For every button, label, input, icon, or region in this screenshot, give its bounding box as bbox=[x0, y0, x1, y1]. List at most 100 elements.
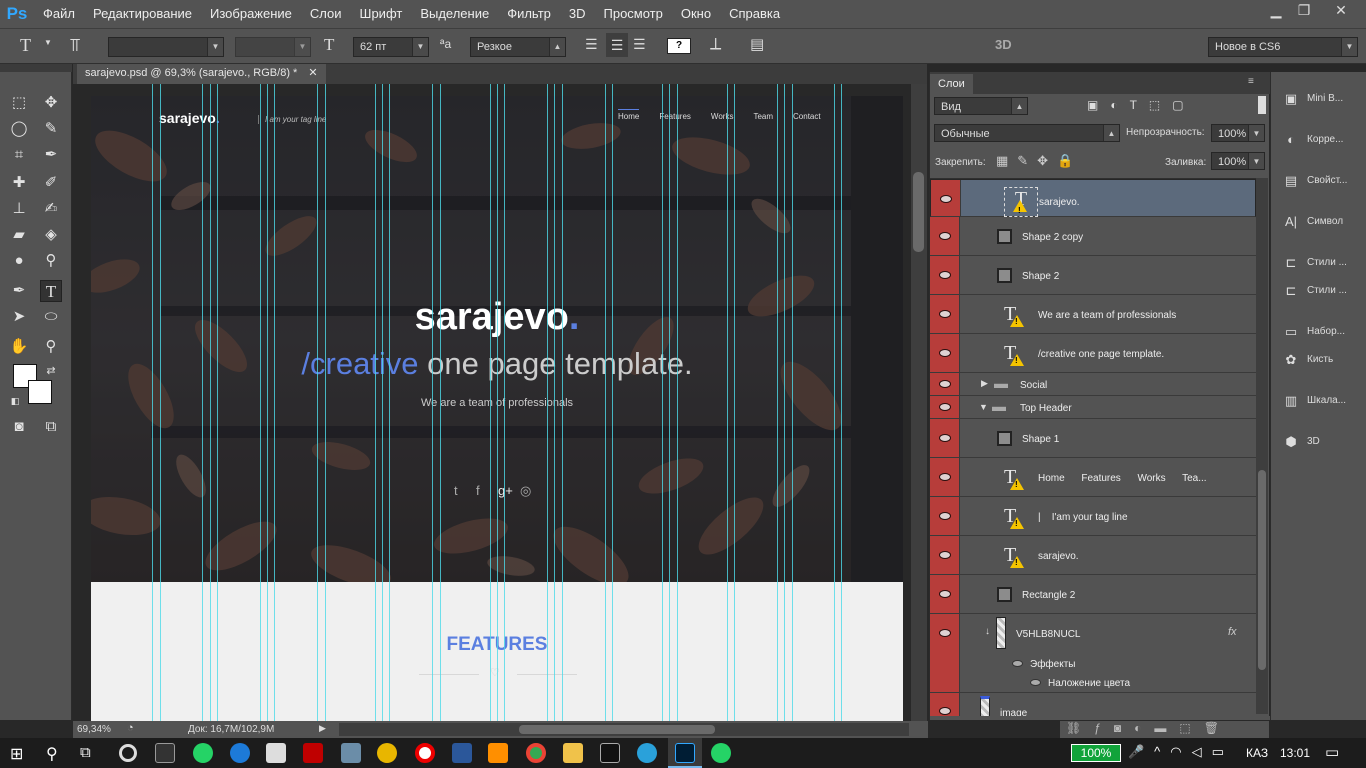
layer-row[interactable]: Shape 1 bbox=[930, 419, 1256, 458]
blur-tool-icon[interactable]: ● bbox=[8, 250, 30, 272]
3d-mode-label[interactable]: 3D bbox=[995, 37, 1012, 52]
dock-properties[interactable]: ▤ Свойст... bbox=[1279, 170, 1365, 192]
lock-icons[interactable]: ▦✎✥🔒 bbox=[996, 153, 1082, 169]
dodge-tool-icon[interactable]: ⚲ bbox=[40, 250, 62, 272]
cortana-icon[interactable] bbox=[119, 744, 137, 762]
visibility-toggle[interactable] bbox=[930, 614, 960, 653]
canvas-area[interactable]: sarajevo. I am your tag line Home Featur… bbox=[73, 84, 911, 721]
zoom-tool-icon[interactable]: ⚲ bbox=[40, 336, 62, 358]
default-colors-icon[interactable]: ◧ bbox=[4, 390, 26, 412]
menu-image[interactable]: Изображение bbox=[201, 0, 301, 28]
dock-measurement[interactable]: ▥ Шкала... bbox=[1279, 390, 1365, 412]
photoshop-taskbar-button[interactable] bbox=[668, 738, 702, 768]
eye-icon[interactable] bbox=[939, 707, 951, 715]
twitter-icon[interactable]: t bbox=[454, 483, 476, 499]
dock-adjustments[interactable]: ◐ Корре... bbox=[1279, 129, 1365, 151]
menu-window[interactable]: Окно bbox=[672, 0, 720, 28]
layer-group-row[interactable]: ▼ ▬ Top Header bbox=[930, 396, 1256, 419]
character-panel-icon[interactable]: ▤ bbox=[750, 35, 764, 53]
vertical-scrollbar-thumb[interactable] bbox=[913, 172, 924, 252]
task-view-icon[interactable]: ⧉ bbox=[80, 744, 91, 761]
eye-icon[interactable] bbox=[939, 349, 951, 357]
visibility-toggle[interactable] bbox=[930, 334, 960, 372]
horizontal-scrollbar-thumb[interactable] bbox=[519, 725, 715, 734]
quick-mask-icon[interactable]: ◙ bbox=[8, 416, 30, 438]
nav-works[interactable]: Works bbox=[711, 112, 734, 121]
status-options-icon[interactable]: ◔ bbox=[127, 722, 134, 734]
nav-team[interactable]: Team bbox=[753, 112, 773, 121]
visibility-toggle[interactable] bbox=[930, 458, 960, 496]
menu-select[interactable]: Выделение bbox=[411, 0, 498, 28]
type-tool-icon[interactable]: T bbox=[20, 35, 31, 56]
collapse-arrow-icon[interactable]: ▼ bbox=[979, 402, 988, 412]
align-left-icon[interactable]: ☰ bbox=[585, 36, 598, 53]
quick-select-tool-icon[interactable]: ✎ bbox=[40, 118, 62, 140]
filezilla-icon[interactable] bbox=[303, 743, 323, 763]
path-selection-tool-icon[interactable]: ➤ bbox=[8, 306, 30, 328]
nav-contact[interactable]: Contact bbox=[793, 112, 821, 121]
mail-icon[interactable] bbox=[266, 743, 286, 763]
menu-view[interactable]: Просмотр bbox=[595, 0, 672, 28]
eye-icon[interactable] bbox=[939, 512, 951, 520]
clock[interactable]: 13:01 bbox=[1280, 746, 1310, 760]
chrome-icon[interactable] bbox=[526, 743, 546, 763]
clone-stamp-tool-icon[interactable]: ⊥ bbox=[8, 198, 30, 220]
move-tool-icon[interactable]: ✥ bbox=[40, 92, 62, 114]
font-family-select[interactable]: ▼ bbox=[108, 37, 224, 57]
visibility-toggle[interactable] bbox=[930, 373, 960, 395]
hand-tool-icon[interactable]: ✋ bbox=[8, 336, 30, 358]
visibility-toggle[interactable] bbox=[930, 536, 960, 574]
eraser-tool-icon[interactable]: ▰ bbox=[8, 224, 30, 246]
status-menu-arrow-icon[interactable]: ▶ bbox=[319, 723, 326, 734]
command-prompt-icon[interactable] bbox=[600, 743, 620, 763]
windows-start-icon[interactable]: ⊞ bbox=[10, 744, 23, 764]
expand-arrow-icon[interactable]: ▶ bbox=[981, 378, 988, 389]
tool-preset-chevron-icon[interactable]: ▼ bbox=[44, 38, 52, 47]
horizontal-type-tool-icon[interactable]: T bbox=[40, 280, 62, 302]
nav-features[interactable]: Features bbox=[659, 112, 691, 121]
dock-character[interactable]: A| Символ bbox=[1279, 211, 1365, 233]
brush-tool-icon[interactable]: ✐ bbox=[40, 172, 62, 194]
document-tab[interactable]: sarajevo.psd @ 69,3% (sarajevo., RGB/8) … bbox=[77, 64, 326, 84]
dribbble-icon[interactable]: ◎ bbox=[520, 483, 542, 499]
visibility-toggle[interactable] bbox=[930, 396, 960, 418]
layers-scrollbar-thumb[interactable] bbox=[1258, 470, 1266, 670]
close-window-button[interactable]: ✕ bbox=[1318, 0, 1364, 20]
language-indicator[interactable]: КАЗ bbox=[1246, 746, 1268, 760]
dock-styles-1[interactable]: ⊏ Стили ... bbox=[1279, 252, 1365, 274]
lasso-tool-icon[interactable]: ◯ bbox=[8, 118, 30, 140]
layer-group-row[interactable]: ▶ ▬ Social bbox=[930, 373, 1256, 396]
align-center-icon[interactable]: ☰ bbox=[606, 33, 628, 57]
blend-mode-select[interactable]: Обычные ▲ bbox=[934, 124, 1120, 142]
whatsapp-icon[interactable] bbox=[193, 743, 213, 763]
crop-tool-icon[interactable]: ⌗ bbox=[8, 144, 30, 166]
screen-mode-icon[interactable]: ⧉ bbox=[40, 416, 62, 438]
font-style-select[interactable]: ▼ bbox=[235, 37, 311, 57]
fx-icon[interactable]: fx bbox=[1228, 626, 1237, 638]
photos-icon[interactable] bbox=[341, 743, 361, 763]
google-plus-icon[interactable]: g+ bbox=[498, 483, 520, 499]
eye-icon[interactable] bbox=[939, 310, 951, 318]
edge-icon[interactable] bbox=[230, 743, 250, 763]
layer-kind-filter[interactable]: Вид ▲ bbox=[934, 97, 1028, 115]
orientation-toggle-icon[interactable]: ⫪ bbox=[70, 35, 80, 56]
eye-icon[interactable] bbox=[940, 195, 952, 203]
file-explorer-icon[interactable] bbox=[563, 743, 583, 763]
eye-icon[interactable] bbox=[939, 232, 951, 240]
sublime-icon[interactable] bbox=[488, 743, 508, 763]
vertical-scrollbar[interactable] bbox=[911, 84, 927, 721]
eye-icon[interactable] bbox=[939, 271, 951, 279]
visibility-toggle[interactable] bbox=[930, 497, 960, 535]
visibility-toggle[interactable] bbox=[931, 180, 961, 216]
layer-row[interactable]: T ! sarajevo. bbox=[930, 179, 1256, 217]
dock-minibridge[interactable]: ▣ Mini B... bbox=[1279, 88, 1365, 110]
whatsapp-icon-2[interactable] bbox=[711, 743, 731, 763]
text-color-swatch[interactable]: ? bbox=[667, 38, 691, 54]
layer-row[interactable]: ↓ V5HLB8NUCL fx bbox=[930, 614, 1256, 653]
ellipse-tool-icon[interactable]: ⬭ bbox=[40, 306, 62, 328]
layer-row[interactable]: T ! We are a team of professionals bbox=[930, 295, 1256, 334]
fill-input[interactable]: 100% ▼ bbox=[1211, 152, 1265, 170]
yandex-browser-icon[interactable] bbox=[415, 743, 435, 763]
background-color-swatch[interactable] bbox=[28, 380, 52, 404]
menu-filter[interactable]: Фильтр bbox=[498, 0, 560, 28]
